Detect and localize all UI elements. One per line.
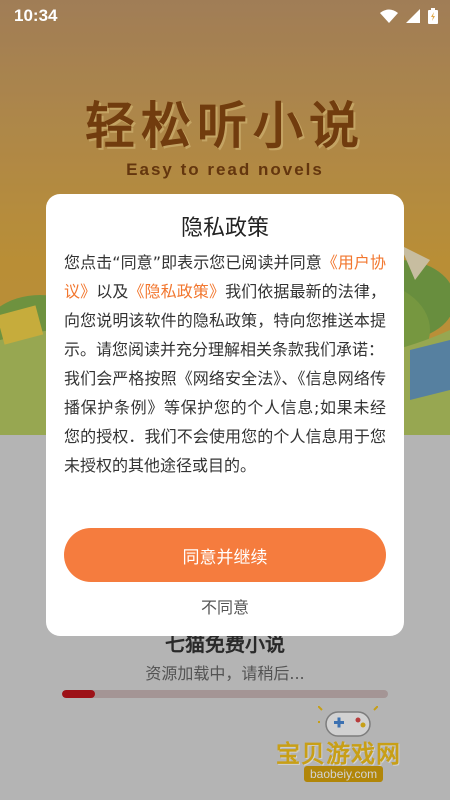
- signal-icon: [406, 9, 420, 23]
- agree-continue-button[interactable]: 同意并继续: [64, 528, 386, 582]
- status-time: 10:34: [14, 6, 58, 25]
- wifi-icon: [380, 9, 398, 23]
- dialog-text-intro: 您点击“同意”即表示您已阅读并同意: [64, 253, 322, 272]
- battery-icon: [428, 8, 438, 24]
- dialog-text-commitment: 我们会严格按照《网络安全法》、《信息网络传播保护条例》等保护您的个人信息;如果未…: [64, 369, 386, 475]
- disagree-button[interactable]: 不同意: [46, 594, 404, 618]
- status-bar: 10:34: [0, 0, 450, 32]
- privacy-policy-link[interactable]: 《隐私政策》: [128, 282, 225, 301]
- privacy-dialog: 隐私政策 您点击“同意”即表示您已阅读并同意《用户协议》以及《隐私政策》我们依据…: [46, 194, 404, 636]
- dialog-body: 您点击“同意”即表示您已阅读并同意《用户协议》以及《隐私政策》我们依据最新的法律…: [64, 248, 386, 480]
- dialog-title: 隐私政策: [180, 216, 269, 241]
- dialog-text-and: 以及: [96, 282, 129, 301]
- status-icons: [380, 8, 438, 24]
